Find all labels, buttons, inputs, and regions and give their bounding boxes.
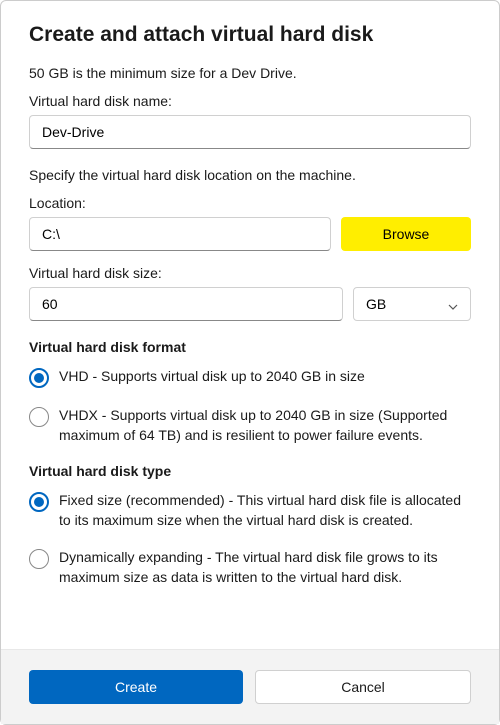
location-instruction: Specify the virtual hard disk location o…	[29, 167, 471, 183]
radio-selected-icon	[29, 368, 49, 388]
type-option-fixed[interactable]: Fixed size (recommended) - This virtual …	[29, 491, 471, 530]
format-option-vhd[interactable]: VHD - Supports virtual disk up to 2040 G…	[29, 367, 471, 388]
radio-selected-icon	[29, 492, 49, 512]
type-heading: Virtual hard disk type	[29, 463, 471, 479]
size-minimum-note: 50 GB is the minimum size for a Dev Driv…	[29, 65, 471, 81]
format-option-vhdx[interactable]: VHDX - Supports virtual disk up to 2040 …	[29, 406, 471, 445]
format-heading: Virtual hard disk format	[29, 339, 471, 355]
size-unit-value: GB	[366, 296, 386, 312]
dialog-title: Create and attach virtual hard disk	[29, 23, 471, 47]
browse-button[interactable]: Browse	[341, 217, 471, 251]
format-vhdx-label: VHDX - Supports virtual disk up to 2040 …	[59, 406, 471, 445]
name-label: Virtual hard disk name:	[29, 93, 471, 109]
type-option-dynamic[interactable]: Dynamically expanding - The virtual hard…	[29, 548, 471, 587]
cancel-button[interactable]: Cancel	[255, 670, 471, 704]
location-label: Location:	[29, 195, 471, 211]
radio-unselected-icon	[29, 549, 49, 569]
dialog-footer: Create Cancel	[1, 649, 499, 724]
type-fixed-label: Fixed size (recommended) - This virtual …	[59, 491, 471, 530]
chevron-down-icon	[448, 299, 458, 309]
radio-unselected-icon	[29, 407, 49, 427]
size-unit-select[interactable]: GB	[353, 287, 471, 321]
type-dynamic-label: Dynamically expanding - The virtual hard…	[59, 548, 471, 587]
create-button[interactable]: Create	[29, 670, 243, 704]
format-vhd-label: VHD - Supports virtual disk up to 2040 G…	[59, 367, 365, 387]
location-input[interactable]	[29, 217, 331, 251]
size-input[interactable]	[29, 287, 343, 321]
size-label: Virtual hard disk size:	[29, 265, 471, 281]
name-input[interactable]	[29, 115, 471, 149]
